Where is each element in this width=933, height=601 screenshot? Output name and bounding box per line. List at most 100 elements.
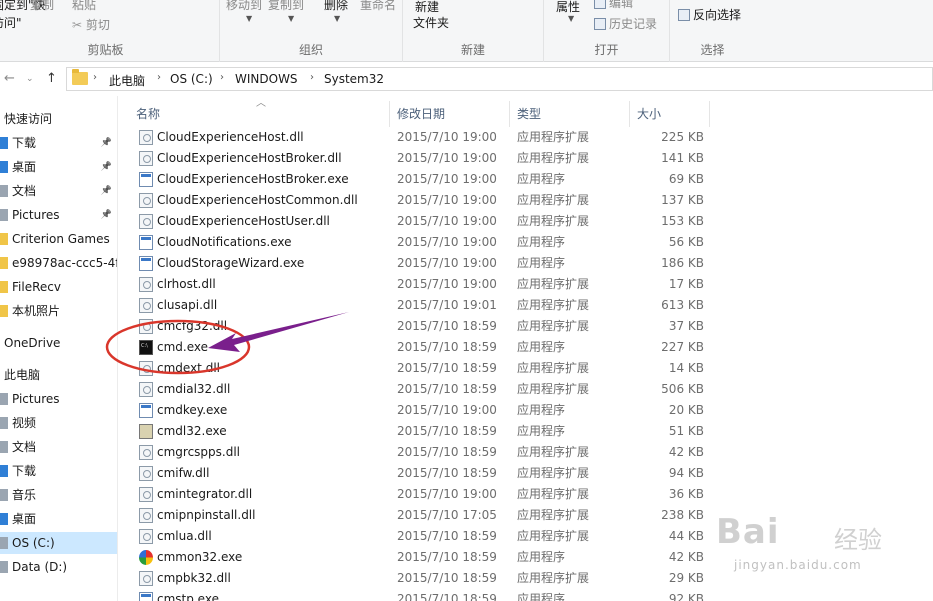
column-header-type[interactable]: 类型 bbox=[517, 103, 541, 125]
column-header-size[interactable]: 大小 bbox=[637, 103, 661, 125]
back-arrow-icon[interactable]: ← bbox=[4, 71, 15, 86]
file-row[interactable]: CloudNotifications.exe 2015/7/10 19:00 应用程… bbox=[118, 232, 933, 253]
file-type: 应用程序扩展 bbox=[517, 319, 590, 333]
paste-button[interactable]: 粘贴 bbox=[72, 0, 96, 13]
recent-locations-caret-icon[interactable]: ⌄ bbox=[26, 74, 34, 84]
column-divider[interactable] bbox=[509, 101, 510, 127]
delete-button[interactable]: 删除 bbox=[324, 0, 348, 13]
move-to-button[interactable]: 移动到 bbox=[226, 0, 262, 13]
edit-button[interactable]: 编辑 bbox=[594, 0, 633, 11]
scissors-icon: ✂ bbox=[72, 18, 83, 32]
file-row[interactable]: cmifw.dll 2015/7/10 18:59 应用程序扩展 94 KB bbox=[118, 463, 933, 484]
cut-label: 剪切 bbox=[85, 18, 110, 32]
up-arrow-icon[interactable]: ↑ bbox=[46, 71, 57, 86]
nav-item[interactable]: 本机照片 bbox=[0, 300, 117, 322]
file-size: 238 KB bbox=[661, 508, 704, 522]
file-row[interactable]: CloudExperienceHostUser.dll 2015/7/10 19:… bbox=[118, 211, 933, 232]
file-row[interactable]: CloudExperienceHostCommon.dll 2015/7/10 1… bbox=[118, 190, 933, 211]
address-bar[interactable]: › 此电脑 › OS (C:) › WINDOWS › System32 bbox=[66, 67, 933, 91]
nav-item[interactable]: 桌面 bbox=[0, 508, 117, 530]
nav-item[interactable]: 快速访问 bbox=[0, 108, 117, 130]
file-row[interactable]: cmintegrator.dll 2015/7/10 19:00 应用程序扩展 36 … bbox=[118, 484, 933, 505]
pin-quick-access-label-2[interactable]: 访问" bbox=[0, 14, 22, 31]
file-row[interactable]: cmstp.exe 2015/7/10 18:59 应用程序 92 KB bbox=[118, 589, 933, 601]
navigation-pane[interactable]: 快速访问 下载 📌 桌面 📌 文档 📌 Pictures 📌 Criterion Games e98… bbox=[0, 96, 118, 601]
file-row[interactable]: cmdext.dll 2015/7/10 18:59 应用程序扩展 14 KB bbox=[118, 358, 933, 379]
copy-to-button[interactable]: 复制到 bbox=[268, 0, 304, 13]
file-row[interactable]: clusapi.dll 2015/7/10 19:01 应用程序扩展 613 KB bbox=[118, 295, 933, 316]
pin-icon[interactable]: 📌 bbox=[101, 180, 112, 202]
copy-button[interactable]: 复制 bbox=[30, 0, 54, 13]
breadcrumb-separator-icon[interactable]: › bbox=[157, 72, 161, 83]
breadcrumb-system32[interactable]: System32 bbox=[324, 72, 384, 86]
file-type: 应用程序扩展 bbox=[517, 277, 590, 291]
breadcrumb-windows[interactable]: WINDOWS bbox=[235, 72, 298, 86]
nav-item-label: 快速访问 bbox=[4, 112, 53, 126]
nav-item[interactable]: Data (D:) bbox=[0, 556, 117, 578]
group-label-select: 选择 bbox=[700, 43, 725, 57]
properties-caret-icon[interactable]: ▼ bbox=[568, 14, 574, 23]
pin-icon[interactable]: 📌 bbox=[101, 204, 112, 226]
file-row[interactable]: cmdkey.exe 2015/7/10 19:00 应用程序 20 KB bbox=[118, 400, 933, 421]
file-row[interactable]: cmgrcspps.dll 2015/7/10 18:59 应用程序扩展 42 KB bbox=[118, 442, 933, 463]
nav-item[interactable]: FileRecv bbox=[0, 276, 117, 298]
nav-item[interactable]: 音乐 bbox=[0, 484, 117, 506]
nav-item[interactable]: 此电脑 bbox=[0, 364, 117, 386]
move-to-caret-icon[interactable]: ▼ bbox=[246, 14, 252, 23]
cut-button[interactable]: ✂ 剪切 bbox=[72, 16, 110, 33]
invert-selection-button[interactable]: 反向选择 bbox=[678, 6, 741, 23]
nav-item[interactable]: Pictures bbox=[0, 388, 117, 410]
breadcrumb-separator-icon[interactable]: › bbox=[310, 72, 314, 83]
nav-item[interactable]: 下载 bbox=[0, 460, 117, 482]
dll-file-icon bbox=[139, 508, 153, 523]
nav-item[interactable]: 视频 bbox=[0, 412, 117, 434]
breadcrumb-this-pc[interactable]: 此电脑 bbox=[109, 72, 145, 89]
column-divider[interactable] bbox=[389, 101, 390, 127]
file-row[interactable]: cmd.exe 2015/7/10 18:59 应用程序 227 KB bbox=[118, 336, 933, 358]
new-folder-button-line1[interactable]: 新建 bbox=[415, 0, 439, 15]
file-size: 141 KB bbox=[661, 151, 704, 165]
nav-item[interactable]: OneDrive bbox=[0, 332, 117, 354]
file-row[interactable]: cmdial32.dll 2015/7/10 18:59 应用程序扩展 506 KB bbox=[118, 379, 933, 400]
watermark-logo-cn: 经验 bbox=[834, 526, 882, 554]
rename-button[interactable]: 重命名 bbox=[360, 0, 396, 13]
nav-item[interactable]: OS (C:) bbox=[0, 532, 117, 554]
file-modified-date: 2015/7/10 18:59 bbox=[397, 361, 497, 375]
file-modified-date: 2015/7/10 19:00 bbox=[397, 130, 497, 144]
file-row[interactable]: CloudExperienceHost.dll 2015/7/10 19:00 应用… bbox=[118, 127, 933, 148]
nav-item[interactable]: Pictures 📌 bbox=[0, 204, 117, 226]
breadcrumb-separator-icon[interactable]: › bbox=[220, 72, 224, 83]
file-size: 56 KB bbox=[668, 235, 704, 249]
breadcrumb-separator-icon[interactable]: › bbox=[93, 72, 97, 83]
copy-to-caret-icon[interactable]: ▼ bbox=[288, 14, 294, 23]
pin-icon[interactable]: 📌 bbox=[101, 156, 112, 178]
column-header-name[interactable]: 名称 bbox=[136, 103, 160, 125]
file-row[interactable]: cmcfg32.dll 2015/7/10 18:59 应用程序扩展 37 KB bbox=[118, 316, 933, 337]
file-row[interactable]: clrhost.dll 2015/7/10 19:00 应用程序扩展 17 KB bbox=[118, 274, 933, 295]
file-type: 应用程序扩展 bbox=[517, 298, 590, 312]
properties-button[interactable]: 属性 bbox=[556, 0, 580, 15]
column-divider[interactable] bbox=[629, 101, 630, 127]
nav-item[interactable]: 文档 📌 bbox=[0, 180, 117, 202]
nav-item-label: 下载 bbox=[12, 464, 37, 478]
nav-item[interactable]: Criterion Games bbox=[0, 228, 117, 250]
pin-icon[interactable]: 📌 bbox=[101, 132, 112, 154]
group-label-new: 新建 bbox=[460, 43, 485, 57]
file-row[interactable]: cmdl32.exe 2015/7/10 18:59 应用程序 51 KB bbox=[118, 421, 933, 442]
file-row[interactable]: CloudExperienceHostBroker.dll 2015/7/10 1… bbox=[118, 148, 933, 169]
new-folder-button-line2[interactable]: 文件夹 bbox=[413, 14, 449, 31]
dll-file-icon bbox=[139, 193, 153, 208]
nav-item[interactable]: e98978ac-ccc5-4f bbox=[0, 252, 118, 274]
file-row[interactable]: CloudExperienceHostBroker.exe 2015/7/10 1… bbox=[118, 169, 933, 190]
dll-file-icon bbox=[139, 382, 153, 397]
nav-item-label: e98978ac-ccc5-4f bbox=[12, 256, 118, 270]
nav-item[interactable]: 桌面 📌 bbox=[0, 156, 117, 178]
nav-item[interactable]: 下载 📌 bbox=[0, 132, 117, 154]
history-button[interactable]: 历史记录 bbox=[594, 15, 657, 32]
file-row[interactable]: CloudStorageWizard.exe 2015/7/10 19:00 应用程… bbox=[118, 253, 933, 274]
column-divider[interactable] bbox=[709, 101, 710, 127]
breadcrumb-os-c[interactable]: OS (C:) bbox=[170, 72, 213, 86]
column-header-date[interactable]: 修改日期 bbox=[397, 103, 445, 125]
delete-caret-icon[interactable]: ▼ bbox=[334, 14, 340, 23]
nav-item[interactable]: 文档 bbox=[0, 436, 117, 458]
